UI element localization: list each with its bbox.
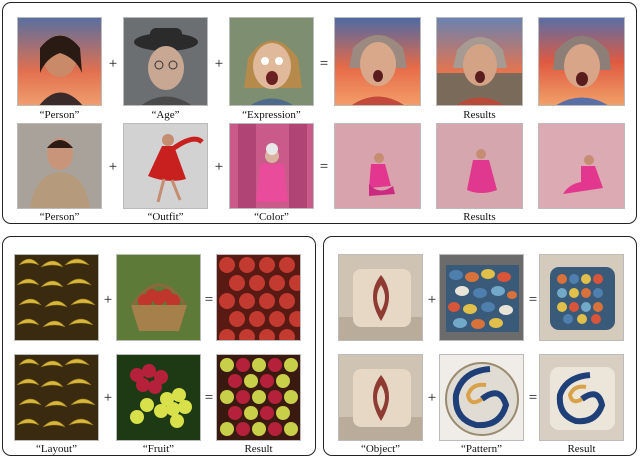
- caption-object: “Object”: [360, 443, 401, 455]
- grapes-image: [116, 354, 201, 441]
- grape-result-image: [216, 354, 301, 441]
- equals-operator: =: [204, 390, 214, 406]
- caption-results: Results: [463, 211, 496, 223]
- apple-basket-image: [116, 254, 201, 341]
- caption-pattern: “Pattern”: [461, 443, 502, 455]
- plus-operator: +: [427, 292, 437, 308]
- person-portrait-image: [17, 17, 102, 106]
- plus-operator: +: [108, 159, 118, 175]
- equals-operator: =: [319, 56, 329, 72]
- banana-layout-image: [14, 254, 99, 341]
- result-image: [436, 123, 523, 209]
- top-panel: + + = “Person” “Age” “Expression” Result…: [2, 2, 637, 224]
- equals-operator: =: [319, 159, 329, 175]
- paisley-pillow-image: [338, 354, 423, 441]
- shocked-girl-image: [229, 17, 314, 106]
- pillow-panel: + = + = “Object” “Pattern” Result: [323, 236, 637, 456]
- caption-expression: “Expression”: [242, 109, 301, 121]
- plus-operator: +: [103, 292, 113, 308]
- result-image: [334, 17, 421, 106]
- equals-operator: =: [528, 292, 538, 308]
- caption-layout: “Layout”: [36, 443, 77, 455]
- result-image: [436, 17, 523, 106]
- equals-operator: =: [204, 292, 214, 308]
- plus-operator: +: [427, 390, 437, 406]
- banana-layout-image: [14, 354, 99, 441]
- result-image: [538, 123, 625, 209]
- elderly-woman-image: [123, 17, 208, 106]
- result-image: [334, 123, 421, 209]
- caption-fruit: “Fruit”: [142, 443, 175, 455]
- pebble-pillow-result-image: [539, 254, 624, 341]
- plus-operator: +: [214, 56, 224, 72]
- plus-operator: +: [103, 390, 113, 406]
- caption-result: Result: [567, 443, 596, 455]
- paisley-pillow-image: [338, 254, 423, 341]
- caption-age: “Age”: [151, 109, 180, 121]
- caption-results: Results: [463, 109, 496, 121]
- caption-person: “Person”: [39, 211, 80, 223]
- plus-operator: +: [214, 159, 224, 175]
- result-image: [538, 17, 625, 106]
- plus-operator: +: [108, 56, 118, 72]
- apple-result-image: [216, 254, 301, 341]
- pebble-rug-image: [439, 254, 524, 341]
- fruit-panel: + = + = “Layout” “Fruit” Result: [2, 236, 316, 456]
- pink-room-woman-image: [229, 123, 314, 209]
- swirl-plate-image: [439, 354, 524, 441]
- caption-color: “Color”: [254, 211, 289, 223]
- red-dress-dancer-image: [123, 123, 208, 209]
- caption-person: “Person”: [39, 109, 80, 121]
- man-portrait-image: [17, 123, 102, 209]
- caption-outfit: “Outfit”: [147, 211, 184, 223]
- equals-operator: =: [528, 390, 538, 406]
- swirl-pillow-result-image: [539, 354, 624, 441]
- caption-result: Result: [244, 443, 273, 455]
